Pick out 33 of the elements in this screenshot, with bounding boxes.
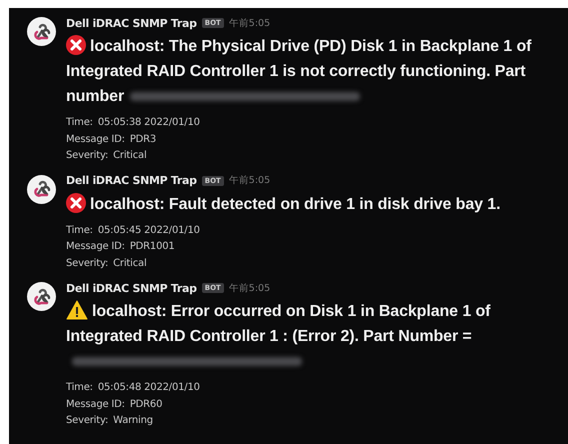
- detail-value: PDR60: [130, 398, 162, 410]
- detail-value: PDR3: [130, 134, 156, 144]
- detail-label: Severity:: [66, 258, 108, 268]
- detail-label: Message ID:: [66, 134, 125, 144]
- message-text: localhost: The Physical Drive (PD) Disk 1 in Backplane 1 of Integrated RAID Controller 1 is not correctly functioning. Part number: [66, 34, 568, 109]
- webhook-avatar: [27, 17, 56, 46]
- detail-value: Critical: [113, 258, 147, 268]
- webhook-avatar: [27, 174, 56, 204]
- message-time: 午前5:05: [228, 174, 270, 187]
- message-time: 午前5:05: [228, 16, 270, 30]
- detail-value: 05:05:45 2022/01/10: [98, 224, 200, 236]
- detail-label: Time:: [66, 224, 93, 236]
- error-icon: [66, 192, 86, 212]
- detail-value: Warning: [113, 415, 153, 426]
- message-text: localhost: Error occurred on Disk 1 in Backplane 1 of Integrated RAID Controller 1 : (Error 2). Part Number =: [66, 299, 568, 374]
- detail-label: Severity:: [66, 415, 108, 426]
- sender-name[interactable]: Dell iDRAC SNMP Trap: [66, 174, 197, 187]
- detail-label: Message ID:: [66, 398, 125, 410]
- detail-label: Message ID:: [66, 241, 125, 252]
- detail-label: Time:: [66, 382, 93, 393]
- message-time: 午前5:05: [228, 282, 270, 294]
- detail-label: Time:: [66, 117, 93, 128]
- sender-name[interactable]: Dell iDRAC SNMP Trap: [66, 16, 197, 30]
- error-icon: [66, 35, 86, 55]
- sender-name[interactable]: Dell iDRAC SNMP Trap: [66, 282, 197, 294]
- detail-label: Severity:: [66, 150, 108, 161]
- webhook-avatar: [27, 282, 56, 311]
- detail-value: 05:05:38 2022/01/10: [98, 117, 200, 128]
- detail-value: Critical: [113, 150, 147, 161]
- message-text: localhost: Fault detected on drive 1 in disk drive bay 1.: [66, 192, 568, 216]
- detail-value: 05:05:48 2022/01/10: [98, 382, 200, 393]
- detail-value: PDR1001: [130, 241, 175, 252]
- warning-icon: [66, 300, 88, 320]
